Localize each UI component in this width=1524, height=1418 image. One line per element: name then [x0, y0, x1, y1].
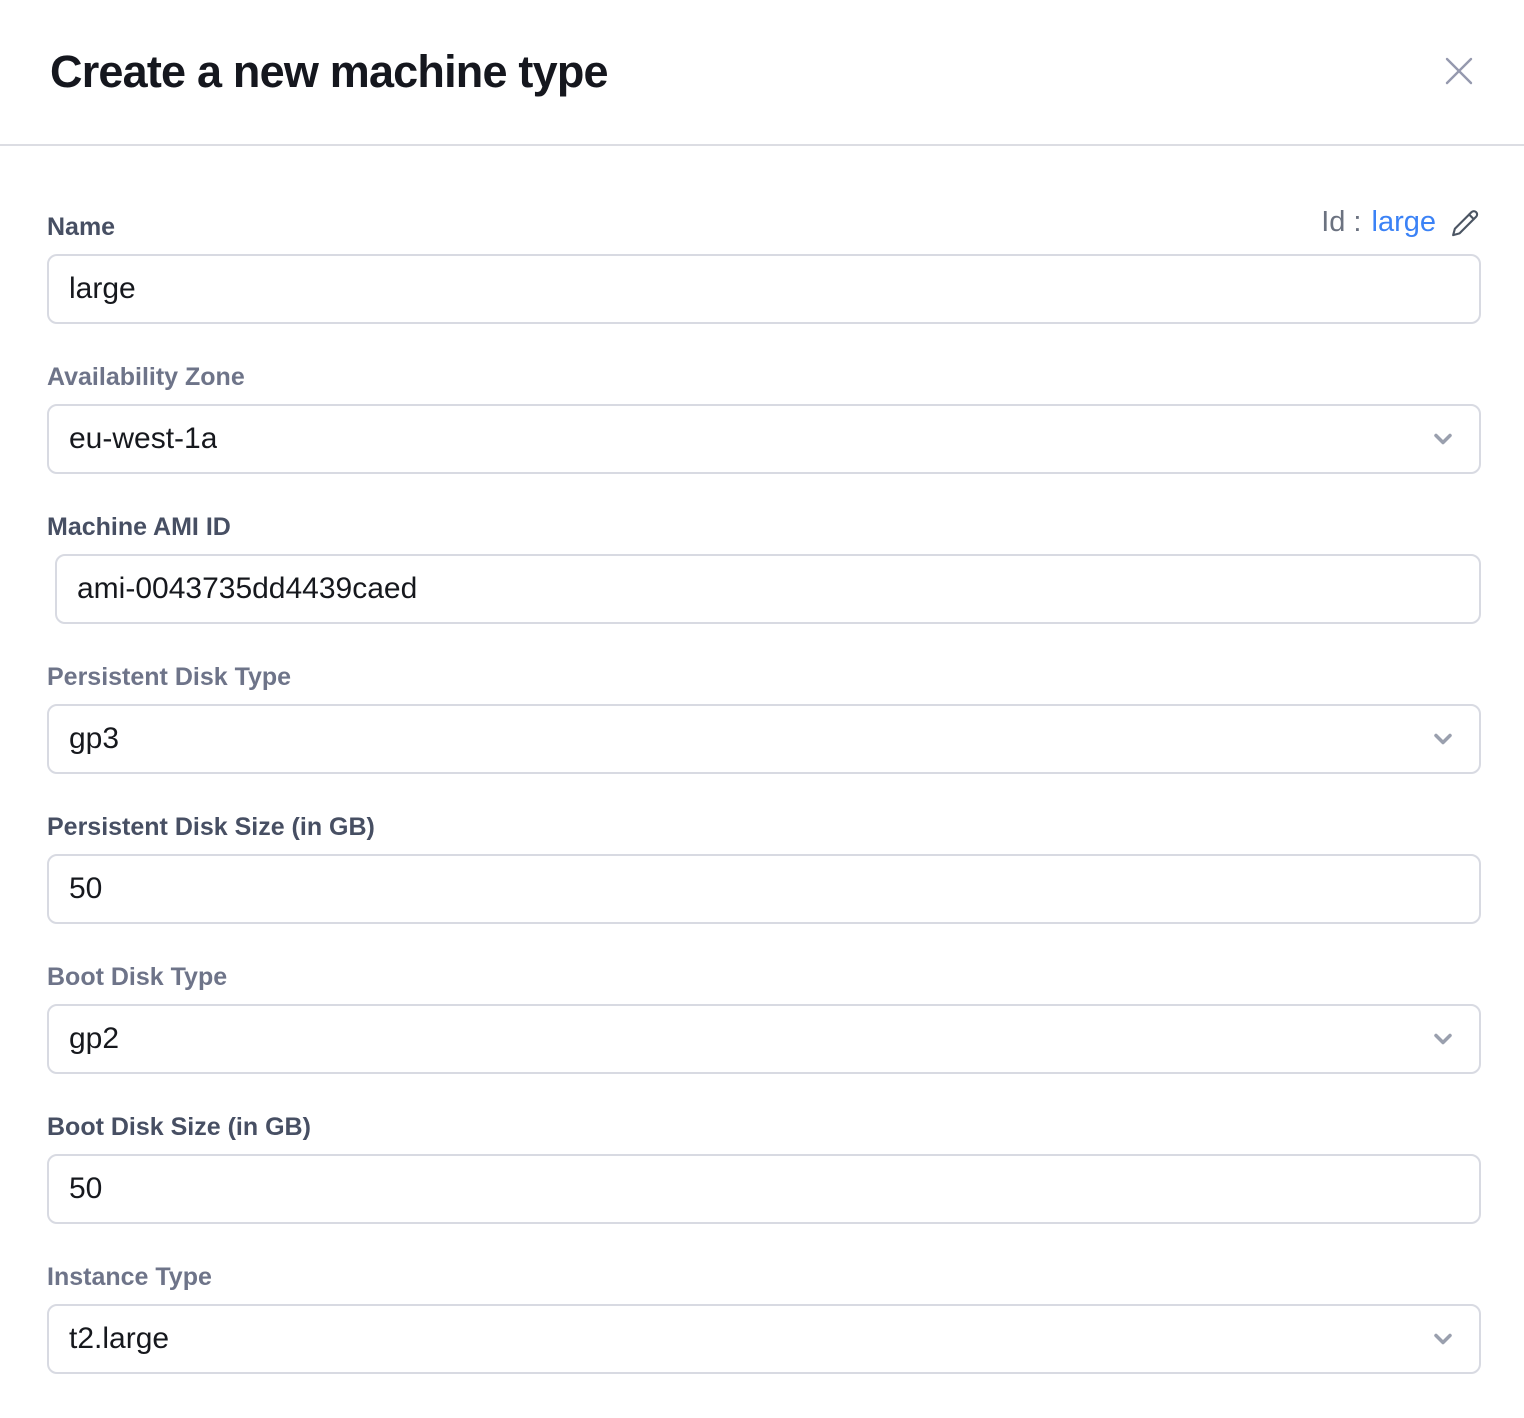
chevron-down-icon — [1429, 725, 1457, 753]
field-row: Boot Disk Type gp2 — [47, 962, 1481, 1074]
field-row: Persistent Disk Size (in GB) — [47, 812, 1481, 924]
close-button[interactable] — [1438, 50, 1480, 92]
instance-type-label: Instance Type — [47, 1262, 1481, 1292]
machine-ami-id-input[interactable] — [55, 554, 1481, 624]
modal-title: Create a new machine type — [50, 46, 608, 98]
availability-zone-label: Availability Zone — [47, 362, 1481, 392]
close-icon — [1441, 53, 1477, 89]
field-row: Instance Type t2.large — [47, 1262, 1481, 1374]
persistent-disk-type-selected-value: gp3 — [69, 722, 119, 756]
field-row: Name — [47, 212, 1481, 324]
instance-type-selected-value: t2.large — [69, 1322, 169, 1356]
availability-zone-select[interactable]: eu-west-1a — [47, 404, 1481, 474]
field-row: Machine AMI ID — [47, 512, 1481, 624]
persistent-disk-type-select[interactable]: gp3 — [47, 704, 1481, 774]
name-label: Name — [47, 212, 1481, 242]
persistent-disk-size-in-gb-input[interactable] — [47, 854, 1481, 924]
boot-disk-type-select[interactable]: gp2 — [47, 1004, 1481, 1074]
id-badge-label: Id : — [1321, 206, 1361, 239]
chevron-down-icon — [1429, 425, 1457, 453]
persistent-disk-size-in-gb-label: Persistent Disk Size (in GB) — [47, 812, 1481, 842]
field-row: Persistent Disk Type gp3 — [47, 662, 1481, 774]
boot-disk-type-selected-value: gp2 — [69, 1022, 119, 1056]
id-badge-value: large — [1372, 206, 1437, 239]
instance-type-select[interactable]: t2.large — [47, 1304, 1481, 1374]
id-badge: Id : large — [1321, 206, 1480, 239]
boot-disk-type-label: Boot Disk Type — [47, 962, 1481, 992]
chevron-down-icon — [1429, 1325, 1457, 1353]
persistent-disk-type-label: Persistent Disk Type — [47, 662, 1481, 692]
edit-id-button[interactable] — [1450, 208, 1480, 238]
edit-pencil-icon — [1450, 208, 1480, 238]
name-input[interactable] — [47, 254, 1481, 324]
availability-zone-selected-value: eu-west-1a — [69, 422, 217, 456]
modal-body: Id : large Name Availability Zone eu-wes… — [0, 146, 1524, 1374]
modal-header: Create a new machine type — [0, 0, 1524, 146]
field-row: Availability Zone eu-west-1a — [47, 362, 1481, 474]
boot-disk-size-in-gb-label: Boot Disk Size (in GB) — [47, 1112, 1481, 1142]
boot-disk-size-in-gb-input[interactable] — [47, 1154, 1481, 1224]
machine-ami-id-label: Machine AMI ID — [47, 512, 1481, 542]
field-row: Boot Disk Size (in GB) — [47, 1112, 1481, 1224]
form-fields: Name Availability Zone eu-west-1a Machin… — [47, 212, 1481, 1374]
chevron-down-icon — [1429, 1025, 1457, 1053]
